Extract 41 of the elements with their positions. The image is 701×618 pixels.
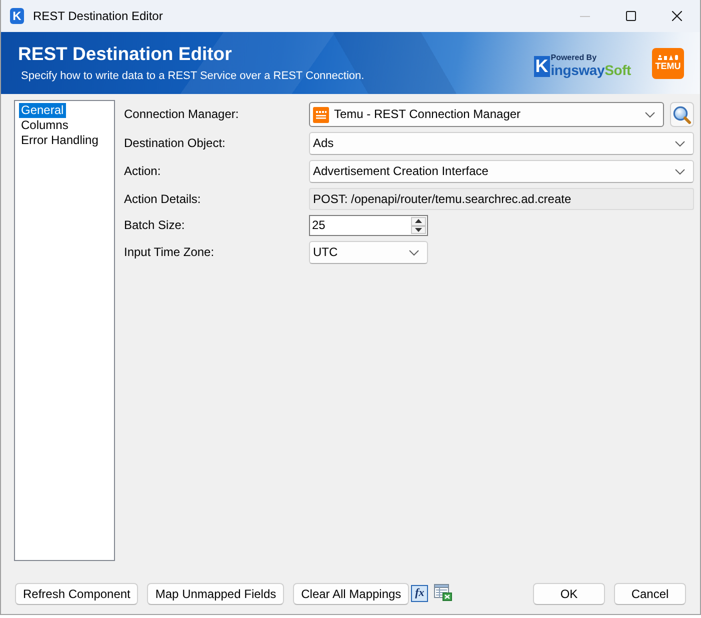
- sidebar-item[interactable]: Error Handling: [19, 133, 100, 148]
- search-button[interactable]: [670, 102, 694, 127]
- cancel-button[interactable]: Cancel: [614, 583, 686, 605]
- caret-up-icon: [415, 219, 422, 224]
- field-label: Destination Object:: [124, 136, 226, 151]
- logo-symbols-icon: [658, 55, 678, 60]
- footer-button[interactable]: Map Unmapped Fields: [147, 583, 284, 605]
- footer-button[interactable]: Refresh Component: [15, 583, 138, 605]
- sidebar-item[interactable]: Columns: [19, 118, 70, 133]
- banner-subtitle: Specify how to write data to a REST Service over a REST Connection.: [21, 70, 364, 83]
- spin-up-button[interactable]: [411, 217, 426, 226]
- chevron-down-icon: [409, 250, 419, 256]
- number-field[interactable]: 25: [309, 215, 428, 236]
- table-icon[interactable]: [434, 584, 452, 601]
- chevron-down-icon: [675, 168, 685, 174]
- sidebar-item[interactable]: General: [19, 103, 66, 118]
- logo-text: TEMU: [655, 62, 681, 71]
- dropdown[interactable]: UTC: [309, 241, 428, 264]
- caret-down-icon: [415, 228, 422, 232]
- banner-title: REST Destination Editor: [18, 43, 232, 65]
- window-title: REST Destination Editor: [33, 8, 164, 24]
- readonly-field: POST: /openapi/router/temu.searchrec.ad.create: [309, 188, 694, 210]
- field-label: Action Details:: [124, 192, 202, 206]
- dropdown[interactable]: Advertisement Creation Interface: [309, 160, 694, 183]
- connection-dropdown[interactable]: Temu - REST Connection Manager: [309, 102, 664, 127]
- search-icon: [673, 106, 691, 124]
- ok-button[interactable]: OK: [533, 583, 605, 605]
- field-label: Input Time Zone:: [124, 245, 216, 260]
- chevron-down-icon: [675, 140, 685, 146]
- logo-initial: K: [534, 56, 550, 76]
- field-label: Action:: [124, 164, 162, 179]
- field-label: Connection Manager:: [124, 107, 240, 122]
- field-label: Batch Size:: [124, 218, 186, 233]
- connection-icon: [313, 106, 329, 122]
- chevron-down-icon: [645, 112, 655, 118]
- logo-tagline: Powered By: [550, 54, 598, 62]
- dropdown[interactable]: Ads: [309, 132, 694, 155]
- footer-button[interactable]: Clear All Mappings: [293, 583, 410, 605]
- app-icon: K: [10, 8, 24, 24]
- logo-wordmark: ingswaySoft: [550, 62, 631, 76]
- formula-icon[interactable]: fx: [411, 585, 428, 602]
